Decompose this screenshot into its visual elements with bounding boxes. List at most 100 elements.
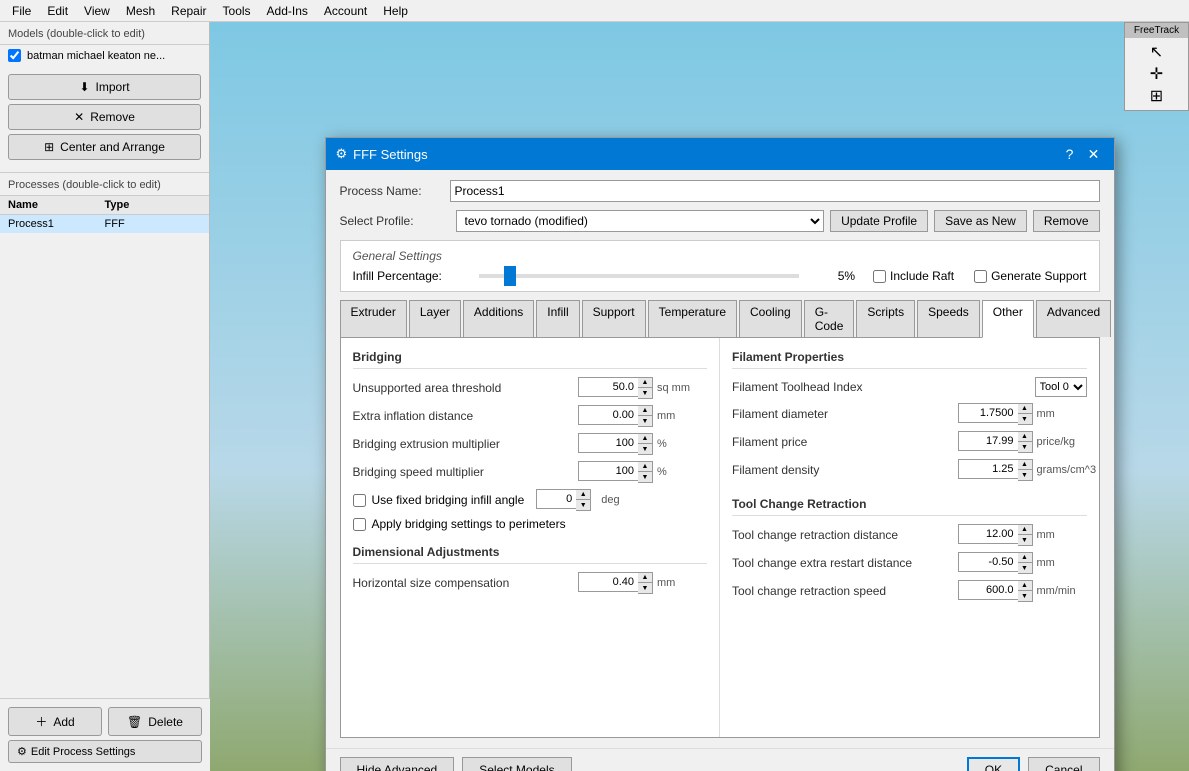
horiz-comp-spinner[interactable]: ▲ ▼ — [638, 572, 653, 594]
filament-price-spinner[interactable]: ▲ ▼ — [1018, 431, 1033, 453]
generate-support-check[interactable]: Generate Support — [974, 269, 1086, 283]
cancel-button[interactable]: Cancel — [1028, 757, 1099, 771]
retraction-speed-input[interactable] — [958, 580, 1018, 600]
menu-repair[interactable]: Repair — [163, 2, 214, 20]
filament-diameter-spinner[interactable]: ▲ ▼ — [1018, 403, 1033, 425]
save-as-new-button[interactable]: Save as New — [934, 210, 1027, 232]
retraction-speed-spinner[interactable]: ▲ ▼ — [1018, 580, 1033, 602]
fixed-angle-checkbox[interactable] — [353, 494, 366, 507]
filament-density-spinbox[interactable]: ▲ ▼ — [958, 459, 1033, 481]
unsupported-up[interactable]: ▲ — [638, 378, 652, 388]
extra-restart-spinner[interactable]: ▲ ▼ — [1018, 552, 1033, 574]
bridging-extrusion-up[interactable]: ▲ — [638, 434, 652, 444]
edit-process-settings-button[interactable]: ⚙ Edit Process Settings — [8, 740, 202, 763]
include-raft-checkbox[interactable] — [873, 270, 886, 283]
filament-price-up[interactable]: ▲ — [1018, 432, 1032, 442]
horiz-comp-down[interactable]: ▼ — [638, 583, 652, 593]
tab-cooling[interactable]: Cooling — [739, 300, 802, 337]
bridging-speed-input[interactable] — [578, 461, 638, 481]
tab-gcode[interactable]: G-Code — [804, 300, 855, 337]
extra-restart-up[interactable]: ▲ — [1018, 553, 1032, 563]
unsupported-spinner[interactable]: ▲ ▼ — [638, 377, 653, 399]
horiz-comp-spinbox[interactable]: ▲ ▼ — [578, 572, 653, 594]
ok-button[interactable]: OK — [967, 757, 1020, 771]
bridging-speed-up[interactable]: ▲ — [638, 462, 652, 472]
extra-restart-input[interactable] — [958, 552, 1018, 572]
generate-support-checkbox[interactable] — [974, 270, 987, 283]
tab-advanced[interactable]: Advanced — [1036, 300, 1111, 337]
filament-density-spinner[interactable]: ▲ ▼ — [1018, 459, 1033, 481]
menu-tools[interactable]: Tools — [215, 2, 259, 20]
retraction-speed-up[interactable]: ▲ — [1018, 581, 1032, 591]
horiz-comp-up[interactable]: ▲ — [638, 573, 652, 583]
bridging-extrusion-input[interactable] — [578, 433, 638, 453]
tab-layer[interactable]: Layer — [409, 300, 461, 337]
model-item[interactable]: batman michael keaton ne... — [0, 45, 209, 66]
bridging-speed-spinbox[interactable]: ▲ ▼ — [578, 461, 653, 483]
retraction-dist-input[interactable] — [958, 524, 1018, 544]
fixed-angle-up[interactable]: ▲ — [576, 490, 590, 500]
extra-inflation-up[interactable]: ▲ — [638, 406, 652, 416]
bridging-extrusion-spinner[interactable]: ▲ ▼ — [638, 433, 653, 455]
horiz-comp-input[interactable] — [578, 572, 638, 592]
fixed-angle-down[interactable]: ▼ — [576, 500, 590, 510]
apply-bridging-checkbox[interactable] — [353, 518, 366, 531]
bridging-speed-spinner[interactable]: ▲ ▼ — [638, 461, 653, 483]
tab-extruder[interactable]: Extruder — [340, 300, 407, 337]
retraction-dist-spinner[interactable]: ▲ ▼ — [1018, 524, 1033, 546]
filament-diameter-input[interactable] — [958, 403, 1018, 423]
dialog-help-button[interactable]: ? — [1060, 144, 1080, 164]
bridging-extrusion-down[interactable]: ▼ — [638, 444, 652, 454]
update-profile-button[interactable]: Update Profile — [830, 210, 928, 232]
filament-price-input[interactable] — [958, 431, 1018, 451]
extra-inflation-down[interactable]: ▼ — [638, 416, 652, 426]
filament-diameter-down[interactable]: ▼ — [1018, 414, 1032, 424]
dialog-close-button[interactable]: ✕ — [1084, 144, 1104, 164]
tab-support[interactable]: Support — [582, 300, 646, 337]
menu-view[interactable]: View — [76, 2, 118, 20]
filament-diameter-spinbox[interactable]: ▲ ▼ — [958, 403, 1033, 425]
extra-restart-spinbox[interactable]: ▲ ▼ — [958, 552, 1033, 574]
filament-density-up[interactable]: ▲ — [1018, 460, 1032, 470]
infill-thumb[interactable] — [504, 266, 516, 286]
hide-advanced-button[interactable]: Hide Advanced — [340, 757, 455, 771]
import-button[interactable]: ⬇ Import — [8, 74, 201, 100]
fixed-angle-input[interactable] — [536, 489, 576, 509]
filament-price-down[interactable]: ▼ — [1018, 442, 1032, 452]
remove-profile-button[interactable]: Remove — [1033, 210, 1100, 232]
menu-mesh[interactable]: Mesh — [118, 2, 163, 20]
extra-restart-down[interactable]: ▼ — [1018, 563, 1032, 573]
profile-select[interactable]: tevo tornado (modified) — [456, 210, 825, 232]
filament-density-down[interactable]: ▼ — [1018, 470, 1032, 480]
bridging-speed-down[interactable]: ▼ — [638, 472, 652, 482]
menu-help[interactable]: Help — [375, 2, 416, 20]
unsupported-input[interactable] — [578, 377, 638, 397]
retraction-dist-down[interactable]: ▼ — [1018, 535, 1032, 545]
menu-addins[interactable]: Add-Ins — [259, 2, 316, 20]
tab-other[interactable]: Other — [982, 300, 1034, 338]
extra-inflation-spinbox[interactable]: ▲ ▼ — [578, 405, 653, 427]
extra-inflation-spinner[interactable]: ▲ ▼ — [638, 405, 653, 427]
extra-inflation-input[interactable] — [578, 405, 638, 425]
infill-slider[interactable] — [479, 274, 800, 278]
tab-speeds[interactable]: Speeds — [917, 300, 980, 337]
select-models-button[interactable]: Select Models — [462, 757, 571, 771]
tab-additions[interactable]: Additions — [463, 300, 534, 337]
menu-edit[interactable]: Edit — [39, 2, 76, 20]
fixed-angle-spinbox[interactable]: ▲ ▼ — [536, 489, 591, 511]
menu-file[interactable]: File — [4, 2, 39, 20]
remove-model-button[interactable]: ✕ Remove — [8, 104, 201, 130]
include-raft-check[interactable]: Include Raft — [873, 269, 954, 283]
3d-viewport[interactable]: FreeTrack ↖ ✛ ⊞ ⚙ — [210, 22, 1189, 771]
retraction-dist-spinbox[interactable]: ▲ ▼ — [958, 524, 1033, 546]
process-name-input[interactable] — [450, 180, 1100, 202]
menu-account[interactable]: Account — [316, 2, 375, 20]
delete-button[interactable]: 🗑 Delete — [108, 707, 202, 736]
toolhead-select[interactable]: Tool 0 — [1035, 377, 1087, 397]
filament-price-spinbox[interactable]: ▲ ▼ — [958, 431, 1033, 453]
retraction-dist-up[interactable]: ▲ — [1018, 525, 1032, 535]
add-button[interactable]: ＋ Add — [8, 707, 102, 736]
retraction-speed-spinbox[interactable]: ▲ ▼ — [958, 580, 1033, 602]
model-checkbox[interactable] — [8, 49, 21, 62]
tab-temperature[interactable]: Temperature — [648, 300, 737, 337]
